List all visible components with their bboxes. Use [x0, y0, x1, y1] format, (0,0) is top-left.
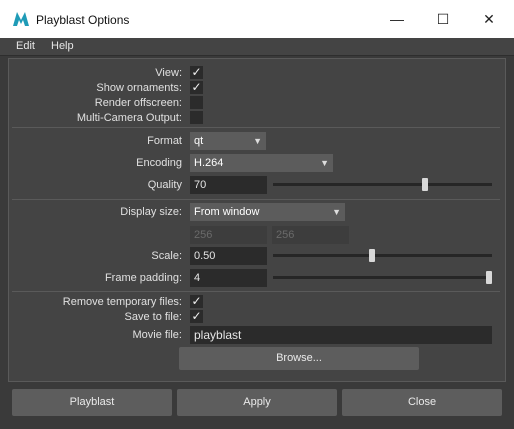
quality-slider-track[interactable]	[273, 183, 492, 186]
frame-padding-slider-track[interactable]	[273, 276, 492, 279]
minimize-button[interactable]: —	[374, 0, 420, 38]
format-dropdown[interactable]: qt ▼	[190, 132, 266, 150]
format-label: Format	[147, 135, 182, 147]
scale-field[interactable]: 0.50	[190, 247, 267, 265]
frame-padding-label: Frame padding:	[104, 272, 182, 284]
movie-file-label: Movie file:	[132, 329, 182, 341]
view-checkbox[interactable]: ✓	[190, 66, 203, 79]
chevron-down-icon: ▼	[253, 136, 262, 146]
quality-field[interactable]: 70	[190, 176, 267, 194]
save-to-file-label: Save to file:	[124, 311, 182, 323]
multi-camera-checkbox[interactable]	[190, 111, 203, 124]
menu-help[interactable]: Help	[51, 40, 74, 52]
separator	[12, 127, 500, 128]
render-offscreen-label: Render offscreen:	[94, 97, 182, 109]
scale-label: Scale:	[151, 250, 182, 262]
encoding-label: Encoding	[136, 157, 182, 169]
menu-bar: Edit Help	[0, 38, 514, 56]
render-offscreen-checkbox[interactable]	[190, 96, 203, 109]
width-field: 256	[190, 226, 267, 244]
chevron-down-icon: ▼	[320, 158, 329, 168]
remove-temp-files-checkbox[interactable]: ✓	[190, 295, 203, 308]
title-bar: Playblast Options — ☐ ✕	[0, 0, 514, 38]
chevron-down-icon: ▼	[332, 207, 341, 217]
format-value: qt	[194, 135, 204, 147]
maya-app-icon	[13, 12, 29, 26]
separator	[12, 199, 500, 200]
multi-camera-label: Multi-Camera Output:	[76, 112, 182, 124]
encoding-dropdown[interactable]: H.264 ▼	[190, 154, 333, 172]
window-title: Playblast Options	[36, 13, 130, 27]
playblast-button[interactable]: Playblast	[12, 389, 172, 416]
view-label: View:	[155, 67, 182, 79]
quality-label: Quality	[147, 179, 182, 191]
menu-edit[interactable]: Edit	[16, 40, 35, 52]
remove-temp-files-label: Remove temporary files:	[62, 296, 182, 308]
encoding-value: H.264	[194, 157, 224, 169]
browse-button[interactable]: Browse...	[179, 347, 419, 370]
frame-padding-slider-handle[interactable]	[486, 271, 492, 284]
frame-padding-field[interactable]: 4	[190, 269, 267, 287]
close-window-button[interactable]: ✕	[466, 0, 512, 38]
movie-file-field[interactable]: playblast	[190, 326, 492, 344]
height-field: 256	[272, 226, 349, 244]
show-ornaments-checkbox[interactable]: ✓	[190, 81, 203, 94]
separator	[12, 291, 500, 292]
show-ornaments-label: Show ornaments:	[96, 82, 182, 94]
close-button[interactable]: Close	[342, 389, 502, 416]
display-size-value: From window	[194, 206, 260, 218]
scale-slider-handle[interactable]	[368, 249, 375, 262]
scale-slider-track[interactable]	[273, 254, 492, 257]
apply-button[interactable]: Apply	[177, 389, 337, 416]
display-size-dropdown[interactable]: From window ▼	[190, 203, 345, 221]
quality-slider-handle[interactable]	[422, 178, 429, 191]
save-to-file-checkbox[interactable]: ✓	[190, 310, 203, 323]
maximize-button[interactable]: ☐	[420, 0, 466, 38]
display-size-label: Display size:	[120, 206, 182, 218]
